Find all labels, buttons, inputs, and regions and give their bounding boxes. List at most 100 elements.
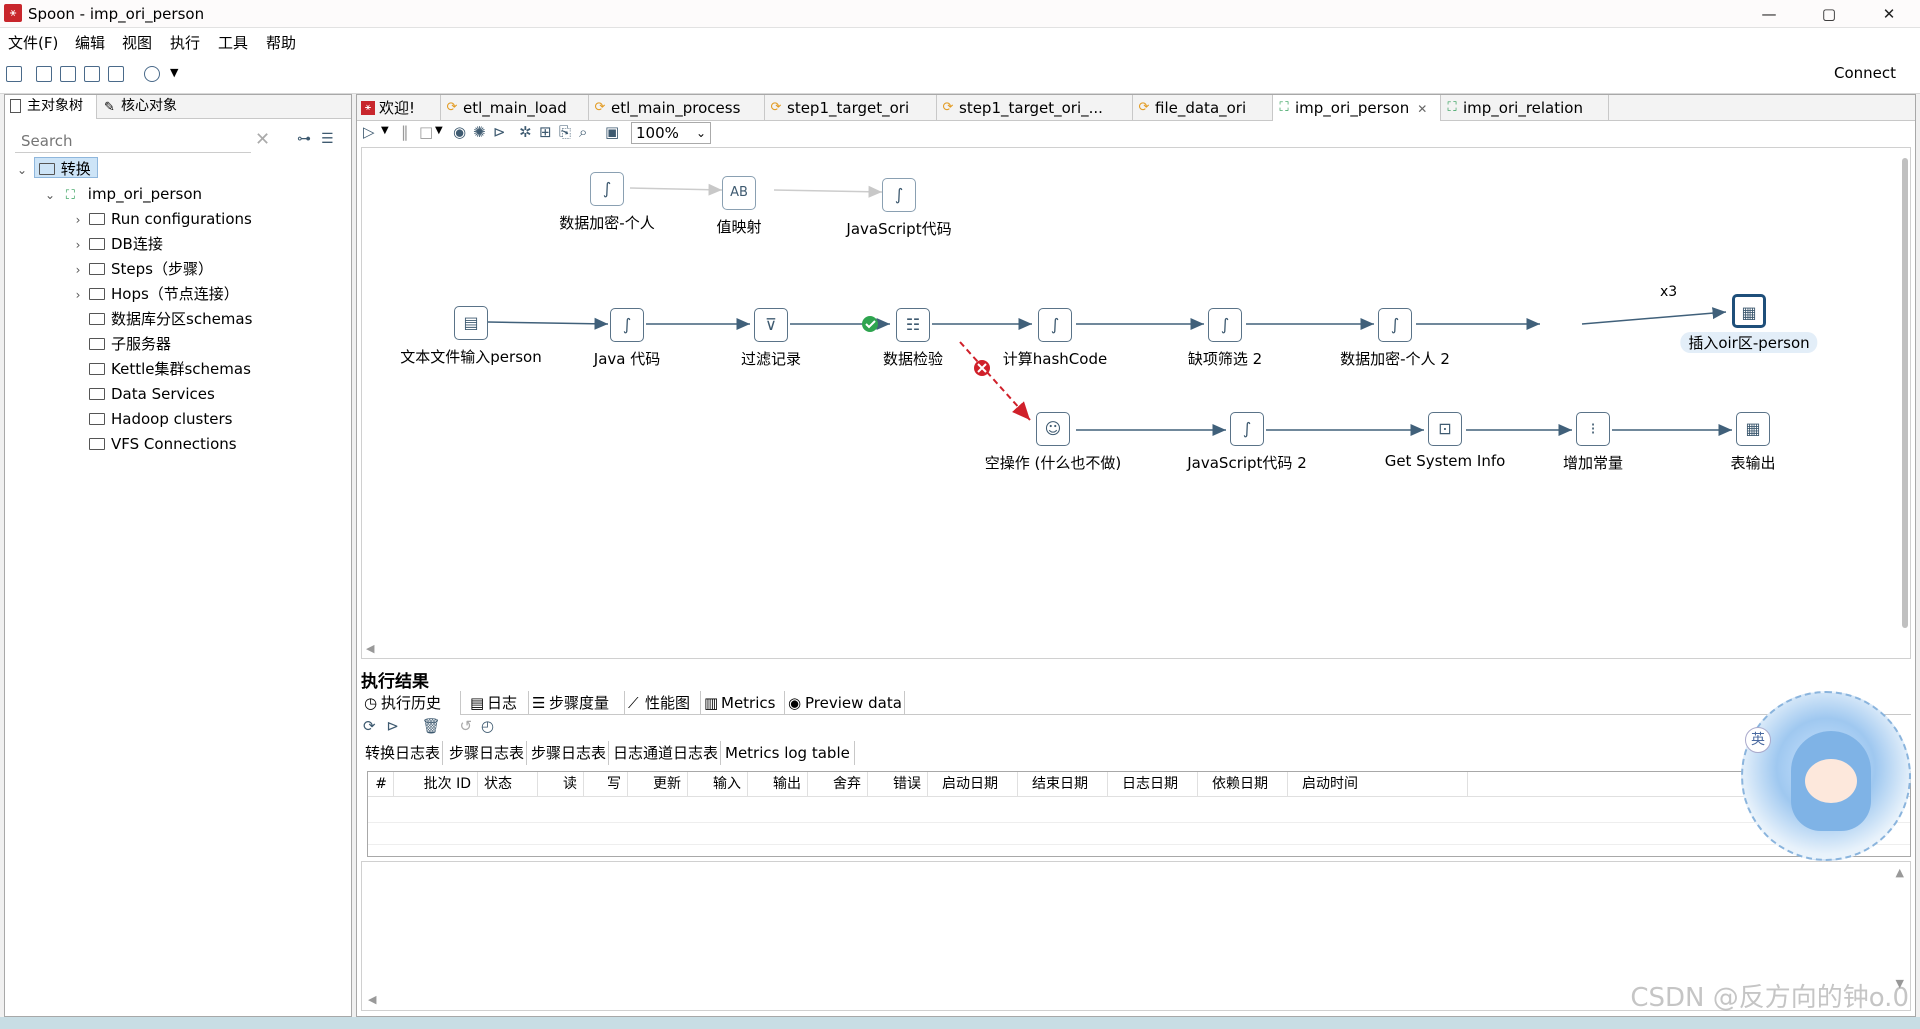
chevron-right-icon[interactable]: › [71,284,85,306]
stop-dropdown-icon[interactable]: ▼ [435,125,443,136]
tab-metrics-log[interactable]: Metrics log table [721,741,855,765]
clear-search-icon[interactable]: ✕ [255,129,270,150]
tree-transformation[interactable]: ⌄ ⛶ imp_ori_person [43,183,202,205]
undo-icon[interactable]: ↺ [460,717,473,735]
minimize-button[interactable]: — [1746,0,1792,28]
step-e4[interactable]: ⁝ [1576,412,1610,446]
impact-icon[interactable]: ⊞ [539,123,552,141]
tree-item-data-services[interactable]: Data Services [85,383,215,405]
tab-step-log-2[interactable]: 步骤日志表 [527,741,609,765]
tab-main-object-tree[interactable]: 主对象树 [5,95,97,119]
tab-step-log[interactable]: 步骤日志表 [445,741,527,765]
tree-item-db-connections[interactable]: › DB连接 [71,233,163,255]
step-m8[interactable]: ▦ [1732,294,1766,328]
tab-file-data-ori[interactable]: ⟳ file_data_ori [1133,95,1273,121]
tab-welcome[interactable]: ⚹ 欢迎! [357,95,441,121]
tab-step1-target-ori-2[interactable]: ⟳ step1_target_ori_... [937,95,1133,121]
zoom-select[interactable]: 100% ⌄ [631,122,711,144]
run-dropdown-icon[interactable]: ▼ [381,125,389,136]
canvas-vertical-scrollbar[interactable] [1902,158,1908,628]
tab-step1-target-ori[interactable]: ⟳ step1_target_ori [765,95,937,121]
preview-icon[interactable]: ◉ [453,123,466,141]
tab-performance-graph[interactable]: ⟋ 性能图 [625,691,701,715]
tree-root[interactable]: ⌄ 转换 [15,157,98,179]
step-s3[interactable]: ∫ [882,178,916,212]
menu-run[interactable]: 执行 [170,32,200,53]
log-table[interactable]: # 批次 ID 状态 读 写 更新 输入 输出 舍弃 错误 启动日期 结束日期 … [367,771,1911,857]
tab-imp-ori-person[interactable]: ⛶ imp_ori_person ✕ [1273,95,1441,121]
close-button[interactable]: ✕ [1866,0,1912,28]
step-e2[interactable]: ∫ [1230,412,1264,446]
explore-repository-icon[interactable] [60,66,76,82]
menu-tools[interactable]: 工具 [218,32,248,53]
tab-channel-log[interactable]: 日志通道日志表 [609,741,721,765]
sql-icon[interactable]: ⎘ [559,123,571,141]
scroll-left-icon[interactable]: ◀ [368,993,376,1006]
tab-etl-main-load[interactable]: ⟳ etl_main_load [441,95,589,121]
menu-help[interactable]: 帮助 [266,32,296,53]
save-icon[interactable] [84,66,100,82]
step-m3[interactable]: ⊽ [754,308,788,342]
show-results-icon[interactable]: ▣ [605,123,619,141]
tab-execution-history[interactable]: ◷ 执行历史 [361,691,461,715]
step-m2[interactable]: ∫ [610,308,644,342]
perspective-layers-icon[interactable] [144,66,160,82]
chevron-down-icon[interactable]: ⌄ [43,184,57,206]
close-tab-icon[interactable]: ✕ [1417,102,1427,116]
menu-edit[interactable]: 编辑 [75,32,105,53]
history-icon[interactable]: ◴ [481,717,494,735]
chevron-down-icon[interactable]: ⌄ [15,159,29,181]
tab-metrics[interactable]: ▥ Metrics [701,691,785,715]
step-m4[interactable]: ☷ [896,308,930,342]
search-input[interactable] [15,129,251,153]
step-m6[interactable]: ∫ [1208,308,1242,342]
replay-icon[interactable]: ⊳ [493,123,506,141]
step-m5[interactable]: ∫ [1038,308,1072,342]
explore-db-icon[interactable]: ⌕ [579,123,587,141]
debug-icon[interactable]: ✺ [473,123,486,141]
verify-icon[interactable]: ✲ [519,123,532,141]
step-e5[interactable]: ▦ [1736,412,1770,446]
chevron-right-icon[interactable]: › [71,209,85,231]
step-s2[interactable]: AB [722,176,756,210]
tree-item-vfs-connections[interactable]: VFS Connections [85,433,237,455]
open-file-icon[interactable] [36,66,52,82]
language-badge[interactable]: 英 [1745,727,1771,753]
chevron-right-icon[interactable]: › [71,234,85,256]
tab-logging[interactable]: ▤ 日志 [467,691,529,715]
step-m1[interactable]: ▤ [454,306,488,340]
tab-transformation-log[interactable]: 转换日志表 [361,741,443,765]
tree-item-slave-servers[interactable]: 子服务器 [85,333,171,355]
delete-icon[interactable]: 🗑 [422,717,441,735]
connect-button[interactable]: Connect [1834,64,1896,82]
mascot-avatar[interactable]: 英 [1741,691,1911,861]
menu-file[interactable]: 文件(F) [8,32,58,53]
save-as-icon[interactable] [108,66,124,82]
perspective-dropdown-icon[interactable]: ▼ [170,66,178,79]
tree-item-hadoop-clusters[interactable]: Hadoop clusters [85,408,232,430]
tab-imp-ori-relation[interactable]: ⛶ imp_ori_relation [1441,95,1609,121]
step-e3[interactable]: ⊡ [1428,412,1462,446]
tree-item-steps[interactable]: › Steps（步骤） [71,258,213,280]
tab-preview-data[interactable]: ◉ Preview data [785,691,905,715]
scroll-up-icon[interactable]: ▲ [1896,866,1904,879]
step-s1[interactable]: ∫ [590,172,624,206]
tab-etl-main-process[interactable]: ⟳ etl_main_process [589,95,765,121]
step-m7[interactable]: ∫ [1378,308,1412,342]
tree-item-partition-schemas[interactable]: 数据库分区schemas [85,308,252,330]
tree-item-cluster-schemas[interactable]: Kettle集群schemas [85,358,251,380]
collapse-all-icon[interactable]: ☰ [321,131,334,147]
tree-item-run-configurations[interactable]: › Run configurations [71,208,252,230]
chevron-right-icon[interactable]: › [71,259,85,281]
transformation-canvas[interactable]: ∫ 数据加密-个人 AB 值映射 ∫ JavaScript代码 ▤ 文本文件输入… [361,147,1911,659]
refresh-icon[interactable]: ⟳ [363,717,376,735]
tree-item-hops[interactable]: › Hops（节点连接） [71,283,239,305]
replay-icon[interactable]: ⊳ [386,717,399,735]
pause-icon[interactable]: ‖ [401,123,409,141]
tab-core-objects[interactable]: ✎ 核心对象 [99,95,199,119]
expand-all-icon[interactable]: ⊶ [297,131,311,147]
step-e1[interactable]: ☺ [1036,412,1070,446]
scroll-left-icon[interactable]: ◀ [366,642,374,655]
run-icon[interactable]: ▷ [363,123,375,141]
stop-icon[interactable]: □ [419,123,433,141]
